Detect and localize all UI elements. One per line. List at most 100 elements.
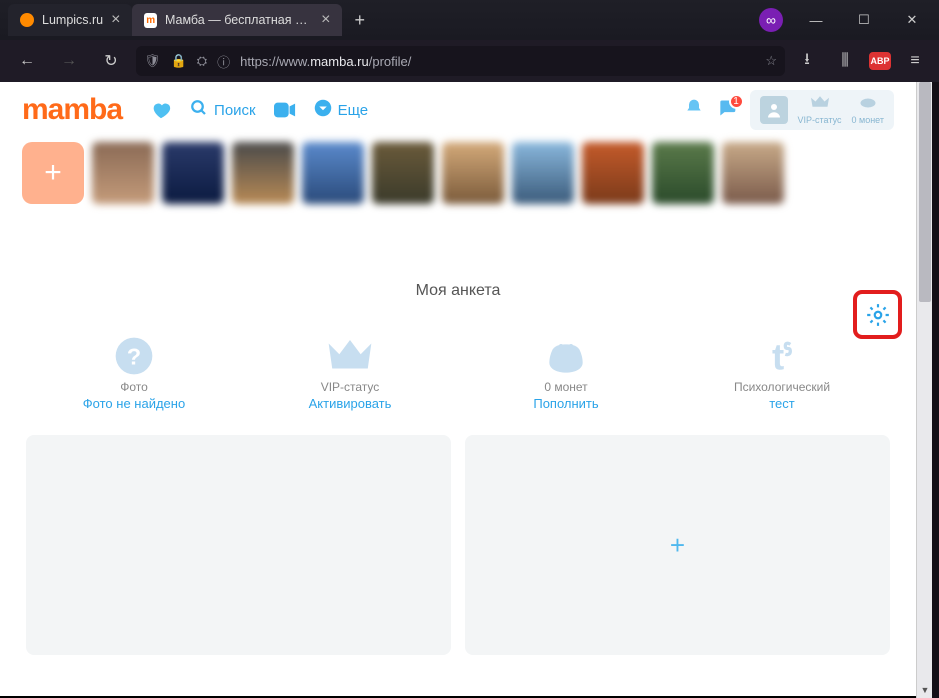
browser-titlebar: Lumpics.ru × m Мамба — бесплатная сеть з… — [0, 0, 939, 40]
messages-badge: 1 — [729, 94, 744, 109]
profile-cards: ? Фото Фото не найдено VIP-статус Активи… — [0, 300, 916, 421]
shield-icon[interactable]: 🛡 — [144, 53, 161, 69]
card-link[interactable]: тест — [769, 396, 795, 411]
nav-video[interactable] — [274, 102, 296, 118]
panel-right[interactable]: + — [465, 435, 890, 655]
tab-lumpics[interactable]: Lumpics.ru × — [8, 4, 132, 36]
menu-icon[interactable]: ≡ — [901, 47, 929, 75]
lock-icon[interactable]: 🔒 — [171, 53, 187, 69]
notifications-icon[interactable] — [684, 98, 704, 123]
favicon-mamba: m — [144, 13, 156, 28]
url-path: /profile/ — [369, 54, 412, 69]
header-right: 1 VIP-статус 0 монет — [684, 90, 894, 130]
messages-icon[interactable]: 1 — [716, 98, 738, 123]
tab-title: Мамба — бесплатная сеть зна — [165, 13, 313, 27]
nav-likes[interactable] — [150, 99, 172, 121]
window-controls: ∞ — ☐ ✕ — [759, 0, 939, 40]
panel-left[interactable] — [26, 435, 451, 655]
purse-icon — [544, 334, 588, 378]
card-link[interactable]: Фото не найдено — [83, 396, 185, 411]
photo-thumb[interactable] — [582, 142, 644, 204]
card-label: Психологический — [734, 380, 830, 394]
nav-more-label: Еще — [338, 102, 369, 119]
nav-search-label: Поиск — [214, 102, 256, 119]
add-icon[interactable]: + — [670, 530, 685, 561]
nav-forward: → — [52, 44, 86, 78]
favicon-lumpics — [20, 13, 34, 27]
url-domain: mamba.ru — [310, 54, 369, 69]
tab-title: Lumpics.ru — [42, 13, 103, 27]
address-bar: ← → ↻ 🛡 🔒 ⛭ ⓘ https://www.mamba.ru/profi… — [0, 40, 939, 82]
profile-panels: + — [0, 421, 916, 669]
card-label: Фото — [120, 380, 148, 394]
userzone-vip[interactable]: VIP-статус — [798, 96, 842, 125]
card-label: 0 монет — [544, 380, 587, 394]
photo-icon: ? — [112, 334, 156, 378]
extension-icon[interactable]: ∞ — [759, 8, 783, 32]
nav-reload[interactable]: ↻ — [94, 44, 128, 78]
card-coins: 0 монет Пополнить — [476, 334, 656, 411]
scroll-down[interactable]: ▼ — [917, 682, 933, 698]
close-icon[interactable]: × — [321, 12, 330, 28]
url-box[interactable]: 🛡 🔒 ⛭ ⓘ https://www.mamba.ru/profile/ ☆ — [136, 46, 785, 76]
photo-thumb[interactable] — [372, 142, 434, 204]
site-header: mamba Поиск Еще — [0, 82, 916, 138]
bookmark-icon[interactable]: ☆ — [765, 53, 777, 69]
nav-more[interactable]: Еще — [314, 99, 369, 122]
tab-mamba[interactable]: m Мамба — бесплатная сеть зна × — [132, 4, 342, 36]
site-nav: Поиск Еще — [150, 99, 368, 122]
url-prefix: https://www. — [240, 54, 310, 69]
avatar[interactable] — [760, 96, 788, 124]
toolbar-right: ⭳ ⫼ ABP ≡ — [793, 47, 929, 75]
user-zone[interactable]: VIP-статус 0 монет — [750, 90, 894, 130]
nav-back[interactable]: ← — [10, 44, 44, 78]
download-icon[interactable]: ⭳ — [793, 47, 821, 75]
gear-icon — [865, 302, 891, 328]
card-photo: ? Фото Фото не найдено — [44, 334, 224, 411]
svg-text:t: t — [772, 336, 784, 376]
photo-thumb[interactable] — [232, 142, 294, 204]
scroll-thumb[interactable] — [919, 82, 931, 302]
card-link[interactable]: Пополнить — [533, 396, 598, 411]
photo-strip: + — [0, 138, 916, 212]
nav-search[interactable]: Поиск — [190, 99, 256, 122]
add-photo-tile[interactable]: + — [22, 142, 84, 204]
crown-icon — [811, 96, 829, 114]
close-icon[interactable]: × — [111, 12, 120, 28]
crown-icon — [328, 334, 372, 378]
card-link[interactable]: Активировать — [309, 396, 392, 411]
site-logo[interactable]: mamba — [22, 93, 122, 127]
abp-icon[interactable]: ABP — [869, 52, 891, 70]
plus-icon: + — [44, 156, 62, 190]
browser-viewport: mamba Поиск Еще — [0, 82, 939, 698]
page-scrollbar[interactable]: ▲ ▼ — [916, 82, 932, 698]
card-test: t Психологический тест — [692, 334, 872, 411]
svg-text:?: ? — [127, 343, 141, 369]
permission-icon[interactable]: ⛭ — [197, 53, 207, 69]
window-close[interactable]: ✕ — [889, 0, 935, 40]
window-minimize[interactable]: — — [793, 0, 839, 40]
test-icon: t — [760, 334, 804, 378]
card-label: VIP-статус — [321, 380, 380, 394]
photo-thumb[interactable] — [302, 142, 364, 204]
library-icon[interactable]: ⫼ — [831, 47, 859, 75]
photo-thumb[interactable] — [162, 142, 224, 204]
chevron-down-icon — [314, 99, 332, 122]
profile-settings-button[interactable] — [853, 290, 902, 339]
window-maximize[interactable]: ☐ — [841, 0, 887, 40]
card-vip: VIP-статус Активировать — [260, 334, 440, 411]
search-icon — [190, 99, 208, 122]
photo-thumb[interactable] — [92, 142, 154, 204]
url-text: https://www.mamba.ru/profile/ — [240, 54, 411, 69]
info-icon[interactable]: ⓘ — [217, 52, 230, 71]
coins-icon — [859, 96, 877, 114]
photo-thumb[interactable] — [512, 142, 574, 204]
userzone-coins[interactable]: 0 монет — [852, 96, 885, 125]
photo-thumb[interactable] — [442, 142, 504, 204]
page-content: mamba Поиск Еще — [0, 82, 916, 698]
section-title: Моя анкета — [0, 282, 916, 300]
new-tab-button[interactable]: + — [342, 10, 377, 31]
tab-strip: Lumpics.ru × m Мамба — бесплатная сеть з… — [0, 0, 759, 40]
photo-thumb[interactable] — [722, 142, 784, 204]
photo-thumb[interactable] — [652, 142, 714, 204]
